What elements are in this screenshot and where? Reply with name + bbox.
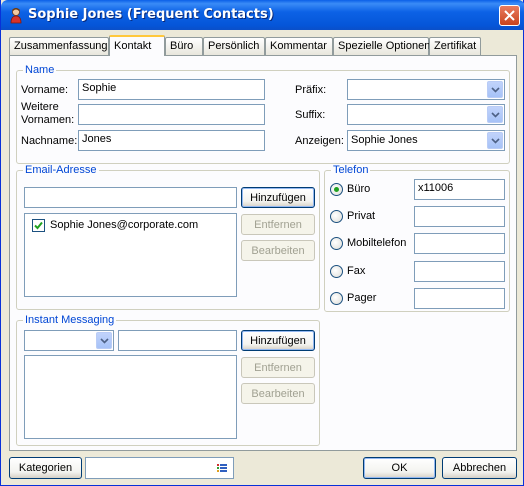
im-service-combo[interactable] (24, 330, 114, 351)
privat-radio[interactable] (330, 210, 343, 223)
anzeigen-dropdown-button[interactable] (487, 132, 503, 149)
fax-phone-field[interactable] (414, 261, 505, 282)
suffix-combo[interactable] (347, 104, 505, 125)
chevron-down-icon (491, 112, 500, 118)
tab-kommentar[interactable]: Kommentar (265, 37, 333, 55)
im-edit-button[interactable]: Bearbeiten (241, 383, 315, 404)
weitere-label-line1: Weitere (21, 101, 59, 113)
nachname-label: Nachname: (21, 135, 78, 147)
im-address-input[interactable] (118, 330, 237, 351)
email-address-text: Sophie Jones@corporate.com (50, 219, 199, 231)
email-group: Email-Adresse Hinzufügen Sophie Jones@co… (16, 164, 320, 310)
pager-phone-field[interactable] (414, 288, 505, 309)
name-legend: Name (23, 64, 57, 76)
fax-label: Fax (347, 265, 366, 277)
weitere-vornamen-label: Weitere Vornamen: (21, 101, 74, 127)
kategorien-field[interactable] (85, 457, 234, 479)
im-add-button[interactable]: Hinzufügen (241, 330, 315, 351)
anzeigen-value: Sophie Jones (351, 134, 418, 146)
email-legend: Email-Adresse (23, 164, 99, 176)
vorname-field[interactable]: Sophie (78, 79, 265, 100)
tab-panel-kontakt: Name Vorname: Sophie Weitere Vornamen: N… (9, 55, 517, 451)
suffix-label: Suffix: (295, 109, 326, 121)
buero-radio[interactable] (330, 183, 343, 196)
mobiltelefon-radio[interactable] (330, 237, 343, 250)
weitere-vornamen-field[interactable] (78, 104, 265, 125)
im-service-dropdown-button[interactable] (96, 332, 112, 349)
chevron-down-icon (491, 138, 500, 144)
window-title: Sophie Jones (Frequent Contacts) (28, 7, 274, 22)
contact-dialog: Sophie Jones (Frequent Contacts) Zusamme… (0, 0, 524, 486)
mobiltelefon-label: Mobiltelefon (347, 237, 407, 249)
contact-person-icon (10, 8, 22, 24)
im-list[interactable] (24, 355, 237, 439)
close-icon (504, 10, 515, 21)
tab-buero[interactable]: Büro (165, 37, 203, 55)
praefix-label: Präfix: (295, 84, 327, 96)
radio-selected-dot (334, 187, 339, 192)
vorname-label: Vorname: (21, 84, 69, 96)
checkmark-icon (34, 221, 43, 230)
ok-button[interactable]: OK (363, 457, 436, 479)
chevron-down-icon (100, 338, 109, 344)
anzeigen-combo[interactable]: Sophie Jones (347, 130, 505, 151)
telefon-group: Telefon Büro x11006 Privat Mobiltelefon … (324, 164, 510, 312)
email-checkbox[interactable] (32, 219, 45, 232)
pager-radio[interactable] (330, 292, 343, 305)
tab-zusammenfassung[interactable]: Zusammenfassung (9, 37, 109, 55)
privat-label: Privat (347, 210, 376, 222)
praefix-combo[interactable] (347, 79, 505, 100)
tab-spezielle-optionen[interactable]: Spezielle Optionen (333, 37, 430, 55)
im-remove-button[interactable]: Entfernen (241, 357, 315, 378)
email-remove-button[interactable]: Entfernen (241, 214, 315, 235)
praefix-dropdown-button[interactable] (487, 81, 503, 98)
kategorien-button[interactable]: Kategorien (9, 457, 82, 479)
privat-phone-field[interactable] (414, 206, 505, 227)
fax-radio[interactable] (330, 265, 343, 278)
weitere-label-line2: Vornamen: (21, 114, 75, 126)
email-input[interactable] (24, 187, 237, 208)
anzeigen-label: Anzeigen: (295, 135, 344, 147)
tab-kontakt[interactable]: Kontakt (109, 35, 165, 56)
email-edit-button[interactable]: Bearbeiten (241, 240, 315, 261)
chevron-down-icon (491, 87, 500, 93)
buero-phone-field[interactable]: x11006 (414, 179, 505, 200)
title-bar[interactable]: Sophie Jones (Frequent Contacts) (1, 0, 524, 30)
email-list[interactable]: Sophie Jones@corporate.com (24, 213, 237, 297)
buero-label: Büro (347, 183, 371, 195)
instant-messaging-group: Instant Messaging Hinzufügen Entfernen B… (16, 314, 320, 446)
cancel-button[interactable]: Abbrechen (442, 457, 517, 479)
tab-persoenlich[interactable]: Persönlich (203, 37, 265, 55)
suffix-dropdown-button[interactable] (487, 106, 503, 123)
email-add-button[interactable]: Hinzufügen (241, 187, 315, 208)
name-group: Name Vorname: Sophie Weitere Vornamen: N… (16, 64, 510, 164)
tab-zertifikat[interactable]: Zertifikat (429, 37, 481, 55)
close-button[interactable] (499, 5, 520, 26)
nachname-field[interactable]: Jones (78, 130, 265, 151)
category-list-icon[interactable] (217, 463, 227, 473)
telefon-legend: Telefon (331, 164, 371, 176)
mobiltelefon-phone-field[interactable] (414, 233, 505, 254)
im-legend: Instant Messaging (23, 314, 117, 326)
pager-label: Pager (347, 292, 377, 304)
